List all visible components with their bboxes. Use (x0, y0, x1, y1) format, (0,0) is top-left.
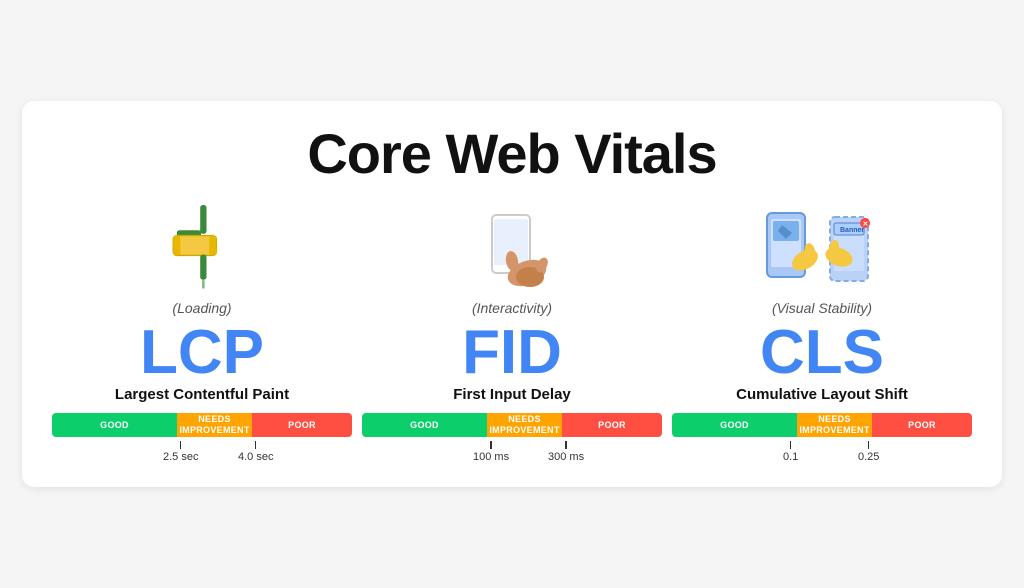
lcp-bar-container: GOOD NEEDSIMPROVEMENT POOR 2.5 sec (52, 413, 352, 463)
fid-bar-good: GOOD (362, 413, 487, 437)
lcp-full-name: Largest Contentful Paint (115, 386, 289, 403)
cls-tick2: 0.25 (858, 441, 879, 463)
fid-progress-bar: GOOD NEEDSIMPROVEMENT POOR (362, 413, 662, 437)
cls-bar-container: GOOD NEEDSIMPROVEMENT POOR 0.1 (672, 413, 972, 463)
fid-bar-needs: NEEDSIMPROVEMENT (487, 413, 562, 437)
fid-tick2-label: 300 ms (548, 451, 584, 463)
fid-bar-poor: POOR (562, 413, 662, 437)
cls-poor-label: POOR (908, 420, 936, 431)
fid-tick1-label: 100 ms (473, 451, 509, 463)
cls-tick2-line (868, 441, 870, 449)
cls-icon-area: Banner ✕ (757, 200, 887, 300)
cls-acronym: CLS (760, 322, 884, 384)
svg-text:✕: ✕ (863, 221, 869, 228)
layout-shift-icon: Banner ✕ (757, 205, 887, 295)
fid-tick1: 100 ms (473, 441, 509, 463)
cls-tick1: 0.1 (783, 441, 798, 463)
cls-bar-needs: NEEDSIMPROVEMENT (797, 413, 872, 437)
fid-poor-label: POOR (598, 420, 626, 431)
metric-fid: (Interactivity) FID First Input Delay GO… (362, 200, 662, 463)
cls-good-label: GOOD (720, 420, 749, 431)
cls-full-name: Cumulative Layout Shift (736, 386, 908, 403)
fid-icon-area (452, 200, 572, 300)
page-title: Core Web Vitals (52, 121, 972, 186)
metrics-row: (Loading) LCP Largest Contentful Paint G… (52, 200, 972, 463)
metric-lcp: (Loading) LCP Largest Contentful Paint G… (52, 200, 352, 463)
lcp-bar-good: GOOD (52, 413, 177, 437)
lcp-tick-row: 2.5 sec 4.0 sec (52, 441, 352, 463)
lcp-bar-poor: POOR (252, 413, 352, 437)
cls-tick1-label: 0.1 (783, 451, 798, 463)
lcp-tick2-label: 4.0 sec (238, 451, 273, 463)
fid-tick2-line (565, 441, 567, 449)
cls-tick-row: 0.1 0.25 (672, 441, 972, 463)
cls-bar-good: GOOD (672, 413, 797, 437)
cls-tick2-label: 0.25 (858, 451, 879, 463)
fid-tick-row: 100 ms 300 ms (362, 441, 662, 463)
fid-tick2: 300 ms (548, 441, 584, 463)
hand-phone-icon (452, 205, 572, 295)
fid-good-label: GOOD (410, 420, 439, 431)
fid-bar-container: GOOD NEEDSIMPROVEMENT POOR 100 ms (362, 413, 662, 463)
lcp-icon-area (162, 200, 242, 300)
cls-bar-poor: POOR (872, 413, 972, 437)
svg-text:Banner: Banner (840, 227, 864, 234)
lcp-needs-label: NEEDSIMPROVEMENT (179, 414, 249, 436)
lcp-tick1: 2.5 sec (163, 441, 198, 463)
fid-acronym: FID (462, 322, 562, 384)
fid-tick1-line (490, 441, 492, 449)
fid-subtitle: (Interactivity) (472, 300, 552, 316)
lcp-progress-bar: GOOD NEEDSIMPROVEMENT POOR (52, 413, 352, 437)
lcp-poor-label: POOR (288, 420, 316, 431)
fid-needs-label: NEEDSIMPROVEMENT (489, 414, 559, 436)
lcp-bar-needs: NEEDSIMPROVEMENT (177, 413, 252, 437)
lcp-good-label: GOOD (100, 420, 129, 431)
lcp-tick2-line (255, 441, 257, 449)
fid-full-name: First Input Delay (453, 386, 571, 403)
lcp-subtitle: (Loading) (172, 300, 231, 316)
cls-needs-label: NEEDSIMPROVEMENT (799, 414, 869, 436)
paint-roller-icon (162, 205, 242, 295)
lcp-tick2: 4.0 sec (238, 441, 273, 463)
main-container: Core Web Vitals (22, 101, 1002, 487)
lcp-tick1-line (180, 441, 182, 449)
lcp-acronym: LCP (140, 322, 264, 384)
cls-progress-bar: GOOD NEEDSIMPROVEMENT POOR (672, 413, 972, 437)
cls-subtitle: (Visual Stability) (772, 300, 872, 316)
lcp-tick1-label: 2.5 sec (163, 451, 198, 463)
cls-tick1-line (790, 441, 792, 449)
metric-cls: Banner ✕ (Visual Stability) CLS Cumulati… (672, 200, 972, 463)
